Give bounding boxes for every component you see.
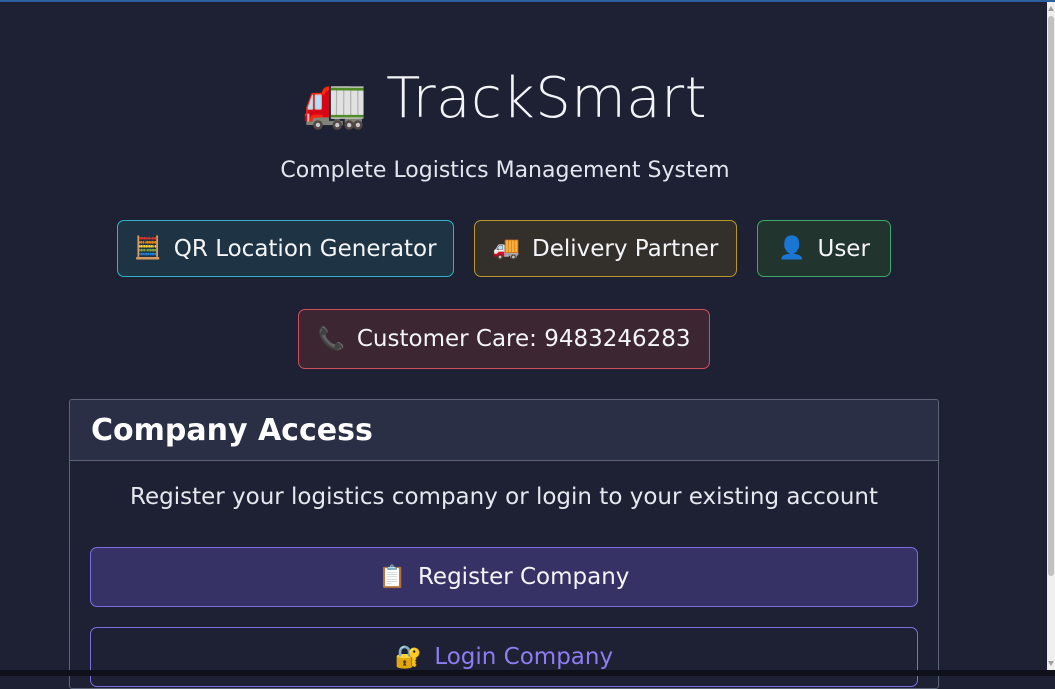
delivery-truck-icon: 🚚 <box>493 236 520 261</box>
page-subtitle: Complete Logistics Management System <box>0 158 1010 183</box>
login-company-button[interactable]: 🔐 Login Company <box>90 627 918 687</box>
vertical-scrollbar[interactable] <box>1047 2 1055 670</box>
app-title-text: TrackSmart <box>386 66 707 131</box>
page: 🚛 TrackSmart Complete Logistics Managemen… <box>0 0 1047 670</box>
lock-key-icon: 🔐 <box>395 645 422 670</box>
company-access-description: Register your logistics company or login… <box>70 484 938 510</box>
user-label: User <box>817 236 869 262</box>
phone-icon: 📞 <box>317 327 344 352</box>
register-company-button[interactable]: 📋 Register Company <box>90 547 918 607</box>
company-access-heading: Company Access <box>70 400 938 461</box>
abacus-icon: 🧮 <box>134 236 161 261</box>
window-bottom-border <box>0 670 1055 676</box>
user-button[interactable]: 👤 User <box>757 220 891 277</box>
clipboard-icon: 📋 <box>379 565 406 590</box>
truck-icon: 🚛 <box>303 72 368 132</box>
customer-care-label: Customer Care: 9483246283 <box>357 326 691 352</box>
page-title: 🚛 TrackSmart <box>0 66 1010 132</box>
scrollbar-thumb[interactable] <box>1048 16 1054 576</box>
login-company-label: Login Company <box>434 644 613 670</box>
qr-location-generator-button[interactable]: 🧮 QR Location Generator <box>117 220 454 277</box>
scroll-down-arrow-icon[interactable] <box>1048 661 1054 666</box>
company-access-card: Company Access Register your logistics c… <box>69 399 939 689</box>
scroll-up-arrow-icon[interactable] <box>1048 6 1054 11</box>
user-icon: 👤 <box>778 236 805 261</box>
delivery-partner-button[interactable]: 🚚 Delivery Partner <box>474 220 737 277</box>
delivery-partner-label: Delivery Partner <box>532 236 718 262</box>
register-company-label: Register Company <box>418 564 629 590</box>
customer-care-button[interactable]: 📞 Customer Care: 9483246283 <box>298 309 710 369</box>
qr-location-generator-label: QR Location Generator <box>174 236 437 262</box>
